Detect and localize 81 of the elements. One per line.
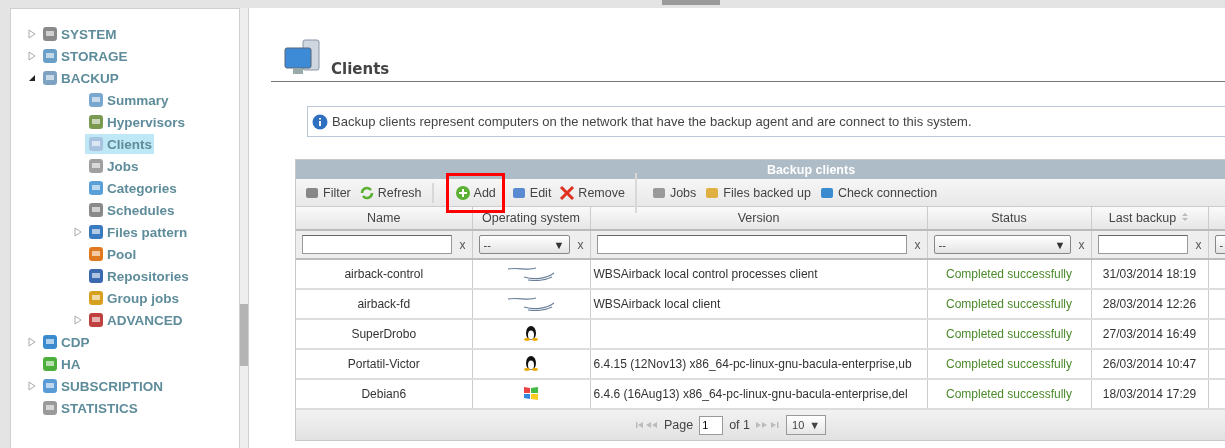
tree-item[interactable]: Hypervisors — [85, 112, 188, 132]
filter-select[interactable]: -- ▼ — [933, 235, 1071, 254]
toolbar-button[interactable]: Refresh — [356, 182, 424, 203]
filter-field[interactable] — [302, 235, 452, 254]
filter-select[interactable]: - — [1214, 235, 1225, 254]
tree-item[interactable]: SYSTEM — [39, 24, 119, 44]
tree-item[interactable]: STORAGE — [39, 46, 130, 66]
tree-item[interactable]: Summary — [85, 90, 171, 110]
penguin-icon — [524, 324, 538, 341]
tree-item[interactable]: Categories — [85, 178, 179, 198]
toolbar-button[interactable]: Remove — [557, 182, 627, 203]
page-size-select[interactable]: 10 ▼ — [786, 415, 827, 435]
status-cell: Completed successfully — [927, 319, 1091, 349]
column-header[interactable]: Name — [296, 207, 472, 230]
column-header[interactable]: Status — [927, 207, 1091, 230]
tree-item[interactable]: STATISTICS — [39, 398, 140, 418]
clear-filter-button[interactable]: x — [1078, 237, 1085, 252]
splitter-handle[interactable] — [662, 0, 720, 5]
expand-arrow-icon[interactable] — [74, 227, 82, 237]
page-field[interactable]: 1 — [699, 415, 724, 435]
table-cell: 26/03/2014 10:47 — [1091, 349, 1208, 379]
clear-filter-button[interactable]: x — [1195, 237, 1202, 252]
clear-filter-button[interactable]: x — [577, 237, 584, 252]
expand-arrow-icon[interactable] — [28, 51, 36, 61]
windows-flag-icon — [523, 384, 539, 401]
info-icon — [312, 113, 328, 130]
table-cell: WBSAirback local control processes client — [590, 259, 927, 289]
toolbar-button[interactable]: Filter — [302, 182, 353, 203]
status-cell: Completed successfully — [927, 349, 1091, 379]
table-cell: WBSAirback local client — [590, 289, 927, 319]
page-count: of 1 — [729, 418, 751, 432]
tree-item[interactable]: Pool — [85, 244, 139, 264]
tree-item[interactable]: Repositories — [85, 266, 191, 286]
filter-field[interactable] — [1097, 235, 1188, 254]
scrollbar-track[interactable] — [240, 8, 248, 448]
filter-select[interactable]: -- ▼ — [478, 235, 570, 254]
table-cell: SuperDrobo — [296, 319, 472, 349]
table-cell: 6.4.15 (12Nov13) x86_64-pc-linux-gnu-bacula-enterprise,ub — [590, 349, 927, 379]
tree-item[interactable]: HA — [39, 354, 83, 374]
column-header[interactable]: Last backup — [1091, 207, 1208, 230]
page-label: Page — [663, 418, 694, 432]
grid-title: Backup clients — [296, 160, 1225, 179]
tree-item[interactable]: BACKUP — [39, 68, 121, 88]
close-icon — [559, 184, 576, 201]
tree-item[interactable]: ADVANCED — [85, 310, 185, 330]
clear-filter-button[interactable]: x — [914, 237, 921, 252]
table-cell: airback-fd — [296, 289, 472, 319]
table-cell: 31/03/2014 18:19 — [1091, 259, 1208, 289]
table-cell: airback-control — [296, 259, 472, 289]
status-cell: Completed successfully — [927, 289, 1091, 319]
toolbar-button[interactable]: Check connection — [816, 182, 940, 203]
page-title: Clients — [331, 60, 390, 78]
tree-item[interactable]: Group jobs — [85, 288, 181, 308]
toolbar-button[interactable]: Edit — [508, 182, 554, 203]
filter-field[interactable] — [596, 235, 907, 254]
table-cell: 28/03/2014 12:26 — [1091, 289, 1208, 319]
expand-arrow-icon[interactable] — [28, 381, 36, 391]
scrollbar-thumb[interactable] — [240, 304, 248, 366]
toolbar-button[interactable]: Jobs — [648, 182, 699, 203]
collapse-arrow-icon[interactable] — [28, 73, 36, 83]
info-text: Backup clients represent computers on the network that have the backup agent and are connect to this system. — [332, 114, 972, 129]
tree-item[interactable]: Jobs — [85, 156, 141, 176]
penguin-icon — [524, 354, 538, 371]
sort-icon[interactable] — [1180, 212, 1191, 222]
table-cell: Portatil-Victor — [296, 349, 472, 379]
clear-filter-button[interactable]: x — [459, 237, 466, 252]
table-cell: 27/03/2014 16:49 — [1091, 319, 1208, 349]
tree-item[interactable]: SUBSCRIPTION — [39, 376, 165, 396]
expand-arrow-icon[interactable] — [28, 29, 36, 39]
tree-item[interactable]: Files pattern — [85, 222, 190, 242]
toolbar-button[interactable]: Files backed up — [702, 182, 813, 203]
refresh-icon — [358, 184, 375, 201]
tree-item[interactable]: Schedules — [85, 200, 177, 220]
toolbar-button[interactable]: Add — [445, 172, 505, 213]
tree-item[interactable]: CDP — [39, 332, 92, 352]
expand-arrow-icon[interactable] — [28, 337, 36, 347]
column-header[interactable]: Version — [590, 207, 927, 230]
plus-icon — [454, 184, 471, 201]
expand-arrow-icon[interactable] — [74, 315, 82, 325]
status-cell: Completed successfully — [927, 259, 1091, 289]
column-header[interactable]: Operating system — [472, 207, 590, 230]
